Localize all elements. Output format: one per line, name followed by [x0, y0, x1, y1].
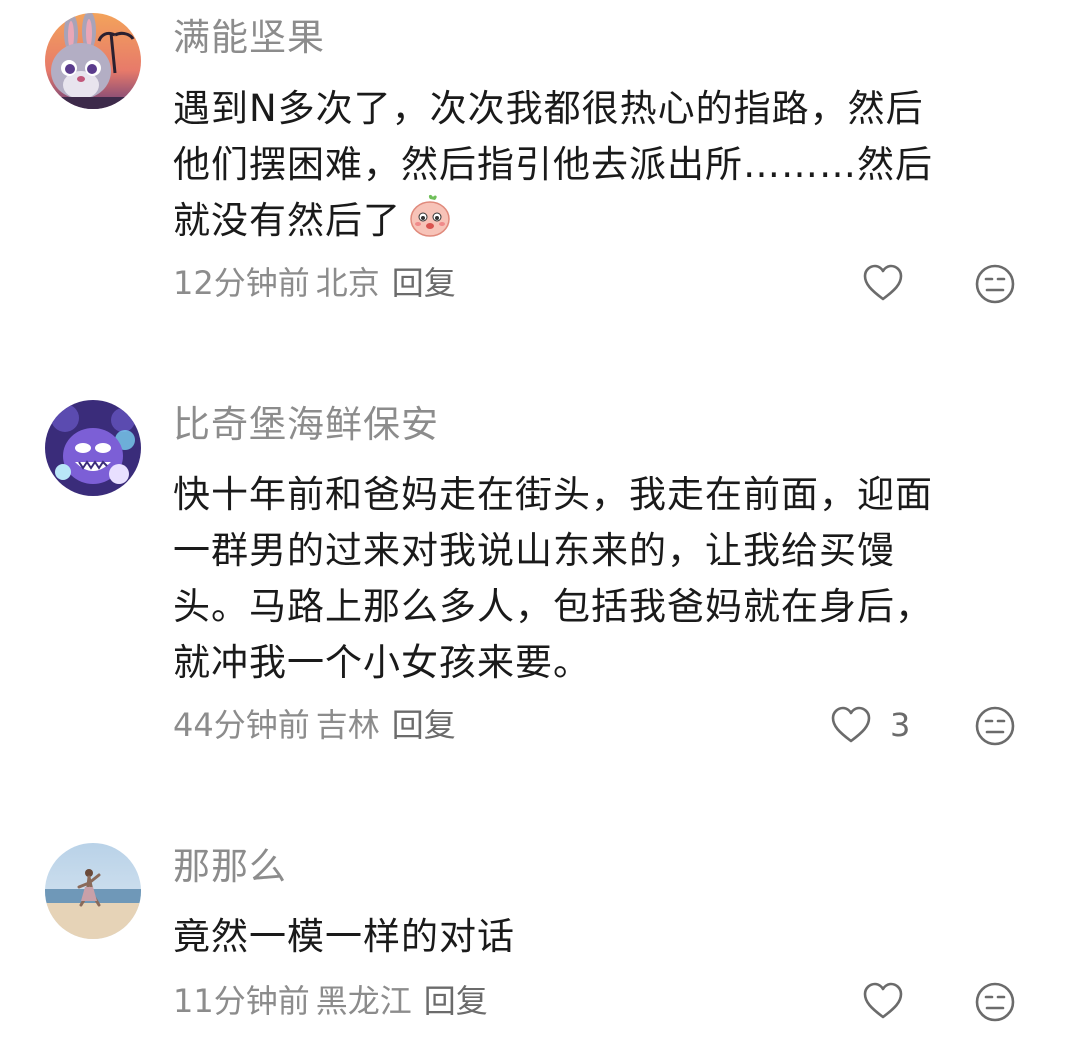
neutral-face-icon [975, 982, 1015, 1022]
comment-item: 那那么 竟然一模一样的对话 11分钟前 黑龙江 回复 [0, 0, 1080, 1044]
reply-button[interactable]: 回复 [424, 982, 488, 1020]
comment-meta: 11分钟前 黑龙江 回复 [173, 981, 488, 1021]
dislike-button[interactable] [973, 980, 1017, 1024]
comment-line: 竟然一模一样的对话 [173, 915, 515, 958]
comment-location: 黑龙江 [315, 982, 412, 1020]
comment-time: 11分钟前 [173, 982, 310, 1020]
user-avatar[interactable] [45, 843, 141, 939]
heart-icon [863, 982, 903, 1019]
beach-photo-avatar-icon [45, 843, 141, 939]
comment-text: 竟然一模一样的对话 [173, 909, 1023, 965]
like-button[interactable] [861, 980, 905, 1024]
comment-username[interactable]: 那那么 [173, 845, 287, 889]
